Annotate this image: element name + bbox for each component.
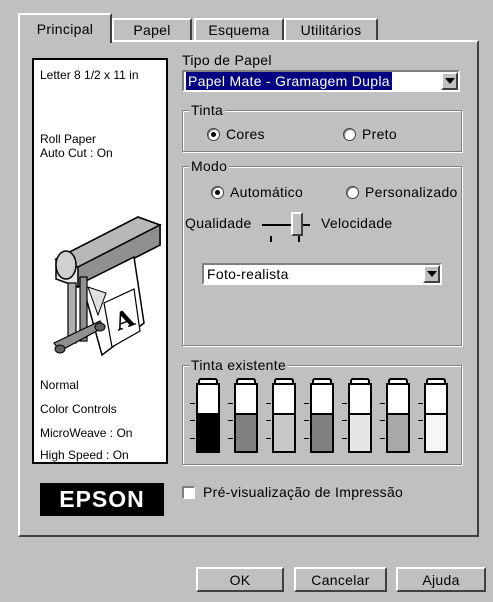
ink-tick (266, 438, 271, 439)
microweave-text: MicroWeave : On (40, 426, 133, 440)
radio-unselected-icon (343, 127, 356, 141)
tab-principal[interactable]: Principal (18, 13, 112, 43)
ink-cartridge (342, 383, 372, 453)
ink-cartridges (190, 375, 456, 461)
roll-paper-text: Roll Paper (40, 132, 97, 146)
help-button[interactable]: Ajuda (396, 567, 486, 592)
ink-tick (228, 403, 233, 404)
ink-tick (304, 438, 309, 439)
ink-black-radio[interactable]: Preto (343, 126, 397, 142)
ink-tick (380, 438, 385, 439)
ink-tick (342, 420, 347, 421)
print-preview-label: Pré-visualização de Impressão (203, 484, 404, 500)
print-preview-checkbox[interactable] (182, 486, 195, 499)
ink-tick (304, 403, 309, 404)
ink-level-fill (350, 412, 370, 451)
quality-label: Qualidade (185, 215, 252, 231)
ink-tick (380, 420, 385, 421)
slider-tick (298, 236, 300, 242)
ink-level-fill (274, 412, 294, 451)
ink-levels-title: Tinta existente (189, 357, 289, 373)
ink-black-label: Preto (362, 126, 397, 142)
ink-level-fill (388, 412, 408, 451)
ink-cartridge (266, 383, 296, 453)
mode-group-title: Modo (189, 158, 230, 174)
ink-color-label: Cores (226, 126, 265, 142)
ink-cartridge (304, 383, 334, 453)
ink-cartridge (380, 383, 410, 453)
tab-esquema[interactable]: Esquema (194, 18, 284, 40)
ink-tick (190, 420, 195, 421)
ink-tick (342, 403, 347, 404)
ink-tick (190, 438, 195, 439)
ink-level-fill (312, 412, 332, 451)
mode-custom-label: Personalizado (365, 184, 458, 200)
large-format-printer-icon: A (53, 216, 162, 357)
auto-cut-text: Auto Cut : On (40, 146, 113, 160)
ok-button[interactable]: OK (196, 567, 284, 592)
paper-size-text: Letter 8 1/2 x 11 in (40, 68, 139, 82)
radio-unselected-icon (346, 185, 359, 199)
ink-tick (418, 438, 423, 439)
ink-cartridge (190, 383, 220, 453)
epson-logo: EPSON (40, 483, 164, 516)
ink-tick (228, 438, 233, 439)
ink-level-fill (198, 412, 218, 451)
ink-color-radio[interactable]: Cores (207, 126, 265, 142)
ink-tick (304, 420, 309, 421)
print-quality-text: Normal (40, 378, 79, 392)
radio-selected-icon (207, 127, 220, 141)
tab-utilitarios[interactable]: Utilitários (284, 18, 378, 40)
ink-cartridge (418, 383, 448, 453)
quality-speed-slider[interactable] (291, 212, 303, 236)
ink-tick (418, 420, 423, 421)
ink-tick (380, 403, 385, 404)
mode-automatic-radio[interactable]: Automático (211, 184, 303, 200)
ink-tick (342, 438, 347, 439)
preset-value: Foto-realista (207, 266, 289, 282)
ink-level-fill (236, 412, 256, 451)
media-type-select[interactable]: Papel Mate - Gramagem Dupla (182, 70, 460, 92)
cancel-button[interactable]: Cancelar (294, 567, 387, 592)
mode-automatic-label: Automático (230, 184, 304, 200)
media-type-value: Papel Mate - Gramagem Dupla (186, 72, 392, 90)
ink-tick (418, 403, 423, 404)
slider-tick (270, 236, 272, 242)
ink-level-fill (426, 412, 446, 451)
chevron-down-icon[interactable] (441, 72, 458, 90)
mode-custom-radio[interactable]: Personalizado (346, 184, 458, 200)
high-speed-text: High Speed : On (40, 448, 129, 462)
chevron-down-icon[interactable] (423, 265, 440, 283)
radio-selected-icon (211, 185, 224, 199)
ink-tick (266, 420, 271, 421)
ink-tick (266, 403, 271, 404)
tab-papel[interactable]: Papel (112, 18, 192, 40)
speed-label: Velocidade (321, 215, 393, 231)
ink-tick (190, 403, 195, 404)
ink-cartridge (228, 383, 258, 453)
preset-select[interactable]: Foto-realista (202, 263, 442, 285)
color-controls-text: Color Controls (40, 402, 117, 416)
ink-tick (228, 420, 233, 421)
media-type-label: Tipo de Papel (182, 52, 272, 68)
settings-summary-panel: Letter 8 1/2 x 11 in Roll Paper Auto Cut… (32, 58, 168, 464)
ink-group-title: Tinta (189, 102, 226, 118)
